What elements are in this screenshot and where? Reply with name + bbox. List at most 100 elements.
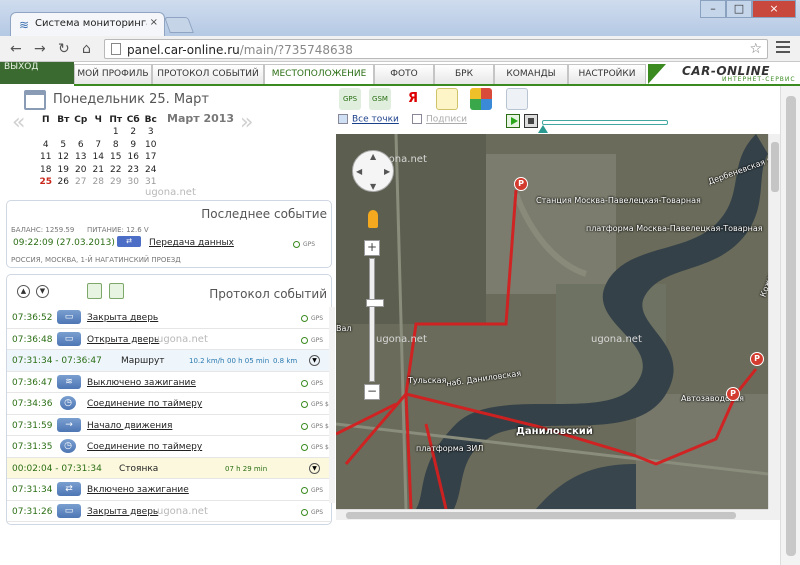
- play-route-button[interactable]: [506, 114, 520, 128]
- all-points-checkbox[interactable]: [338, 114, 348, 124]
- yandex-map-button[interactable]: Я: [402, 88, 424, 110]
- tab-brk[interactable]: БРК: [434, 64, 494, 84]
- pan-down-icon[interactable]: ▼: [370, 182, 376, 191]
- all-points-toggle[interactable]: Все точки: [338, 114, 399, 125]
- calendar-day[interactable]: 18: [37, 164, 55, 177]
- calendar-day[interactable]: 24: [142, 164, 160, 177]
- event-row[interactable]: 07:36:47 ≋ Выключено зажигание GPS: [7, 372, 331, 393]
- calendar-day[interactable]: 19: [55, 164, 73, 177]
- calendar-day[interactable]: 12: [55, 151, 73, 164]
- address-bar[interactable]: panel.car-online.ru/main/?735748638 ☆: [104, 39, 768, 59]
- event-row[interactable]: 07:36:48 ▭ Открыта дверь GPS ugona.net: [7, 329, 331, 350]
- last-event-link[interactable]: Передача данных: [149, 238, 234, 248]
- car-online-logo[interactable]: CAR-ONLINE ИНТЕРНЕТ-СЕРВИС: [648, 64, 800, 84]
- calendar-day[interactable]: 21: [90, 164, 108, 177]
- event-row[interactable]: 07:31:35 ◷ Соединение по таймеру GPS $: [7, 436, 331, 458]
- close-window-button[interactable]: ×: [752, 0, 796, 18]
- parking-pin[interactable]: P: [750, 352, 764, 366]
- reload-icon[interactable]: ↻: [58, 41, 70, 57]
- event-label[interactable]: Соединение по таймеру: [87, 442, 202, 452]
- back-arrow-icon[interactable]: ←: [10, 41, 22, 57]
- calendar-day[interactable]: 25: [37, 176, 55, 189]
- parking-row[interactable]: 00:02:04 - 07:31:34 Стоянка 07 h 29 min ▼: [7, 457, 331, 479]
- zoom-in-button[interactable]: +: [364, 240, 380, 256]
- map-vertical-scrollbar[interactable]: [768, 134, 780, 509]
- browser-menu-icon[interactable]: [776, 41, 790, 56]
- event-log-scrollbar[interactable]: [329, 307, 335, 503]
- calendar-day[interactable]: 17: [142, 151, 160, 164]
- tab-profile[interactable]: Мой профиль: [74, 64, 152, 84]
- zoom-slider-thumb[interactable]: [366, 299, 384, 307]
- playback-track[interactable]: [542, 120, 668, 125]
- maximize-button[interactable]: □: [726, 0, 752, 18]
- parking-pin[interactable]: P: [726, 387, 740, 401]
- pan-right-icon[interactable]: ▶: [384, 167, 390, 176]
- calendar-day[interactable]: 6: [72, 139, 90, 152]
- street-view-pegman-icon[interactable]: [368, 210, 378, 228]
- edit-icon[interactable]: [506, 88, 528, 110]
- calendar-day[interactable]: 20: [72, 164, 90, 177]
- calendar-day[interactable]: 15: [107, 151, 125, 164]
- pan-left-icon[interactable]: ◀: [356, 167, 362, 176]
- calendar-day[interactable]: 23: [125, 164, 143, 177]
- captions-toggle[interactable]: Подписи: [412, 114, 467, 125]
- satellite-map[interactable]: Станция Москва-Павелецкая-Товарная платф…: [336, 134, 768, 509]
- tab-event-log[interactable]: Протокол событий: [152, 64, 264, 84]
- event-label[interactable]: Открыта дверь: [87, 335, 159, 345]
- calendar-day[interactable]: 30: [125, 176, 143, 189]
- captions-label[interactable]: Подписи: [426, 115, 467, 125]
- forward-arrow-icon[interactable]: →: [34, 41, 46, 57]
- tab-commands[interactable]: Команды: [494, 64, 568, 84]
- stop-route-button[interactable]: [524, 114, 538, 128]
- minimize-button[interactable]: –: [700, 0, 726, 18]
- pan-up-icon[interactable]: ▲: [370, 152, 376, 161]
- calendar-day[interactable]: 28: [90, 176, 108, 189]
- calendar-day[interactable]: 5: [55, 139, 73, 152]
- calendar-day[interactable]: 22: [107, 164, 125, 177]
- search-map-icon[interactable]: [436, 88, 458, 110]
- calendar-day[interactable]: 11: [37, 151, 55, 164]
- new-tab-button[interactable]: [164, 17, 194, 33]
- calendar-day[interactable]: 7: [90, 139, 108, 152]
- prev-month-arrow-icon[interactable]: «: [12, 112, 25, 134]
- expand-chevron-icon[interactable]: ▼: [309, 462, 320, 474]
- calendar-day[interactable]: 26: [55, 176, 73, 189]
- calendar-day[interactable]: 14: [90, 151, 108, 164]
- scroll-up-icon[interactable]: ▲: [17, 285, 30, 298]
- map-vscroll-thumb[interactable]: [771, 142, 779, 192]
- event-label[interactable]: Выключено зажигание: [87, 378, 196, 388]
- event-row[interactable]: 07:31:34 ⇄ Включено зажигание GPS: [7, 479, 331, 501]
- all-points-label[interactable]: Все точки: [352, 115, 399, 125]
- browser-tab[interactable]: ≋ Система мониторинга С ×: [10, 12, 165, 36]
- map-pan-control[interactable]: ▲ ▼ ◀ ▶: [352, 150, 394, 192]
- zoom-slider[interactable]: [366, 258, 384, 382]
- page-scrollbar[interactable]: [780, 86, 800, 565]
- url-text[interactable]: panel.car-online.ru/main/?735748638: [127, 43, 353, 57]
- event-label[interactable]: Закрыта дверь: [87, 507, 158, 517]
- map-horizontal-scrollbar[interactable]: [336, 509, 768, 520]
- page-scroll-thumb[interactable]: [786, 96, 796, 556]
- refresh-log-icon[interactable]: [87, 283, 102, 299]
- calendar-day[interactable]: 1: [107, 126, 125, 139]
- calendar-day[interactable]: 27: [72, 176, 90, 189]
- calendar-day[interactable]: 8: [107, 139, 125, 152]
- parking-pin[interactable]: P: [514, 177, 528, 191]
- calendar-day[interactable]: 2: [125, 126, 143, 139]
- event-row[interactable]: 07:34:36 ◷ Соединение по таймеру GPS $: [7, 393, 331, 415]
- calendar-day[interactable]: 3: [142, 126, 160, 139]
- next-month-arrow-icon[interactable]: »: [240, 112, 253, 134]
- tab-close-icon[interactable]: ×: [150, 17, 158, 28]
- event-label[interactable]: Включено зажигание: [87, 485, 189, 495]
- bookmark-star-icon[interactable]: ☆: [749, 41, 762, 57]
- event-row[interactable]: 07:31:26 ▭ Закрыта дверь GPS ugona.net: [7, 501, 331, 522]
- tab-settings[interactable]: Настройки: [568, 64, 646, 84]
- gps-mode-button[interactable]: GPS: [339, 88, 361, 110]
- google-map-icon[interactable]: [470, 88, 492, 110]
- calendar-day[interactable]: 16: [125, 151, 143, 164]
- captions-checkbox[interactable]: [412, 114, 422, 124]
- calendar-day[interactable]: 13: [72, 151, 90, 164]
- export-log-icon[interactable]: [109, 283, 124, 299]
- route-row[interactable]: 07:31:34 - 07:36:47 Маршрут 10.2 km/h 00 h …: [7, 350, 331, 372]
- calendar-day[interactable]: 4: [37, 139, 55, 152]
- event-row[interactable]: 07:31:59 → Начало движения GPS $: [7, 415, 331, 436]
